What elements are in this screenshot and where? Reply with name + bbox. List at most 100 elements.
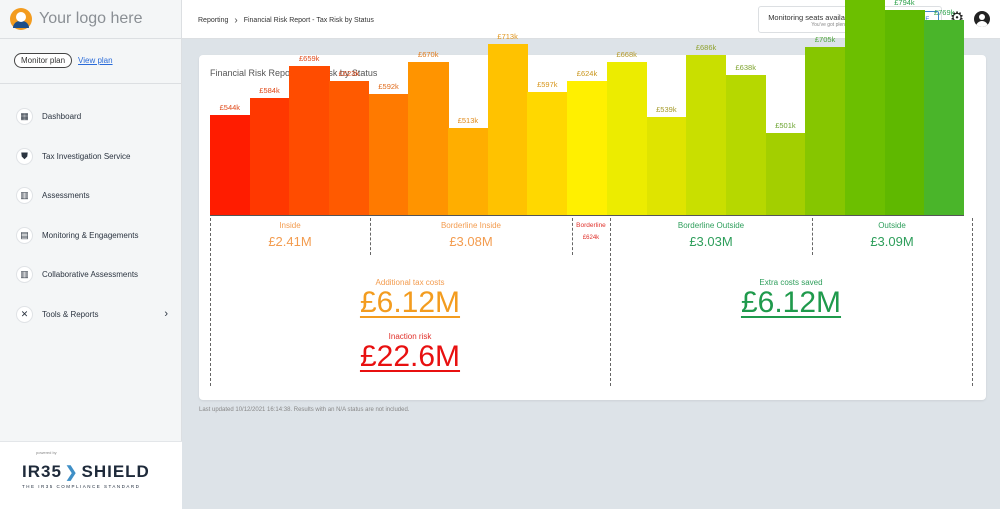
segment-value-borderline-outside: £3.03M [689, 234, 733, 249]
chart-bar [448, 127, 489, 215]
dashboard-icon: ▦ [16, 108, 33, 126]
segment-value-borderline-inside: £3.08M [449, 234, 493, 249]
chart-bar [408, 61, 449, 215]
app-logo[interactable]: Your logo here [10, 8, 143, 30]
chart-bar-label: £623k [338, 69, 360, 79]
brand-mark-icon: ❯ [64, 464, 79, 481]
separator-line [210, 218, 211, 386]
chart-icon: ▥ [16, 266, 33, 284]
segment-value-outside: £3.09M [870, 234, 914, 249]
chart-bar-label: £686k [695, 42, 717, 52]
powered-by-panel: powered by IR35 ❯ SHIELD THE IR35 COMPLI… [0, 441, 182, 509]
chart-bar [725, 75, 767, 215]
report-card: Financial Risk Report - Tax Risk by Stat… [199, 0, 986, 400]
chart-bar-label: £544k [219, 102, 241, 112]
monitor-plan-button[interactable]: Monitor plan [14, 53, 73, 68]
chart-bar-label: £705k [814, 34, 836, 44]
segment-title-outside: Outside [878, 221, 906, 230]
sidebar-item-tax-investigation[interactable]: ⛊ Tax Investigation Service [0, 137, 182, 177]
separator-line [370, 218, 371, 255]
sidebar-item-label: Collaborative Assessments [42, 270, 139, 280]
chart-bar-label: £670k [418, 49, 439, 59]
chart-bar [884, 9, 925, 215]
inaction-risk-value[interactable]: £22.6M [310, 340, 510, 374]
segment-value-inside: £2.41M [268, 234, 312, 249]
separator-line [610, 218, 611, 386]
divider [0, 38, 182, 39]
chart-bar-label: £501k [775, 120, 796, 130]
sidebar-item-label: Dashboard [42, 112, 82, 122]
chart-bar [329, 81, 370, 215]
segment-title-borderline-inside: Borderline Inside [440, 221, 502, 230]
chart-bar [606, 62, 647, 215]
sidebar-nav: ▦ Dashboard ⛊ Tax Investigation Service … [0, 97, 182, 334]
breadcrumb: Reporting › Financial Risk Report - Tax … [198, 15, 374, 26]
sidebar-item-dashboard[interactable]: ▦ Dashboard [0, 97, 182, 137]
additional-tax-value[interactable]: £6.12M [310, 286, 510, 320]
chart-bar-label: £713k [497, 31, 518, 41]
report-footnote: Last updated 10/12/2021 16:14:38. Result… [199, 407, 410, 413]
segment-title-borderline-outside: Borderline Outside [677, 221, 745, 230]
chart-bar-label: £597k [537, 80, 558, 90]
shield-icon: ⛊ [16, 147, 33, 165]
sidebar-item-assessments[interactable]: ▥ Assessments [0, 176, 182, 216]
chart-bar-label: £513k [457, 115, 479, 125]
brand-right: SHIELD [81, 462, 150, 481]
ir35-shield-logo: IR35 ❯ SHIELD [22, 462, 150, 482]
chart-bar [527, 92, 568, 215]
segment-value-borderline: £624k [582, 235, 600, 241]
chart-bar [487, 43, 528, 215]
segment-title-inside: Inside [279, 221, 301, 230]
sidebar-item-tools-reports[interactable]: ✕ Tools & Reports › [0, 295, 182, 335]
breadcrumb-current: Financial Risk Report - Tax Risk by Stat… [243, 17, 374, 24]
chart-bar-label: £592k [378, 82, 399, 92]
chart-baseline [210, 215, 964, 216]
chart-bar-label: £539k [656, 104, 677, 114]
brand-left: IR35 [22, 462, 62, 481]
segment-title-borderline: Borderline [576, 222, 606, 229]
chart-bar [805, 46, 846, 215]
sidebar-item-label: Tax Investigation Service [42, 151, 131, 161]
sidebar-item-collaborative[interactable]: ▥ Collaborative Assessments [0, 255, 182, 295]
chart-bar [368, 94, 409, 215]
chart-bar [844, 0, 886, 215]
plan-row: Monitor plan View plan [14, 53, 113, 68]
chart-bar [924, 20, 965, 215]
divider [0, 83, 182, 84]
chart-bar [686, 54, 727, 215]
logo-mark-icon [10, 8, 32, 30]
separator-line [812, 218, 813, 255]
chart-bar-label: £659k [298, 54, 320, 64]
brand-tagline: THE IR35 COMPLIANCE STANDARD [22, 484, 141, 489]
separator-line [972, 218, 973, 386]
chart-bar [567, 80, 608, 215]
chart-bar [289, 66, 330, 215]
chart-bar-label: £668k [616, 50, 637, 60]
sidebar-item-label: Tools & Reports [42, 309, 99, 319]
tools-icon: ✕ [16, 305, 33, 323]
sidebar-item-monitoring[interactable]: ▤ Monitoring & Engagements [0, 216, 182, 256]
chart-bar [646, 116, 687, 215]
logo-text: Your logo here [39, 10, 143, 27]
chart-bar-label: £624k [576, 68, 598, 78]
seats-subtitle: You've got plenty left [811, 22, 857, 28]
sidebar-item-label: Assessments [42, 191, 90, 201]
chevron-right-icon: › [164, 308, 168, 321]
sidebar: Your logo here Monitor plan View plan ▦ … [0, 0, 182, 509]
powered-by-text: powered by [36, 450, 57, 455]
chart-bar [249, 97, 290, 215]
document-icon: ▤ [16, 226, 33, 244]
sidebar-item-label: Monitoring & Engagements [42, 230, 139, 240]
user-avatar-icon[interactable] [974, 11, 990, 27]
chart-bar-label: £769k [933, 8, 955, 18]
seats-title: Monitoring seats available: [768, 13, 857, 22]
chart-bar-label: £638k [735, 63, 756, 73]
chart-icon: ▥ [16, 187, 33, 205]
chart-bar [210, 114, 251, 215]
breadcrumb-reporting[interactable]: Reporting [198, 17, 228, 24]
view-plan-link[interactable]: View plan [78, 56, 113, 65]
chart-bar-label: £794k [894, 0, 915, 7]
chevron-right-icon: › [234, 15, 238, 26]
chart-bar [765, 132, 806, 215]
extra-costs-saved-value[interactable]: £6.12M [691, 286, 891, 320]
